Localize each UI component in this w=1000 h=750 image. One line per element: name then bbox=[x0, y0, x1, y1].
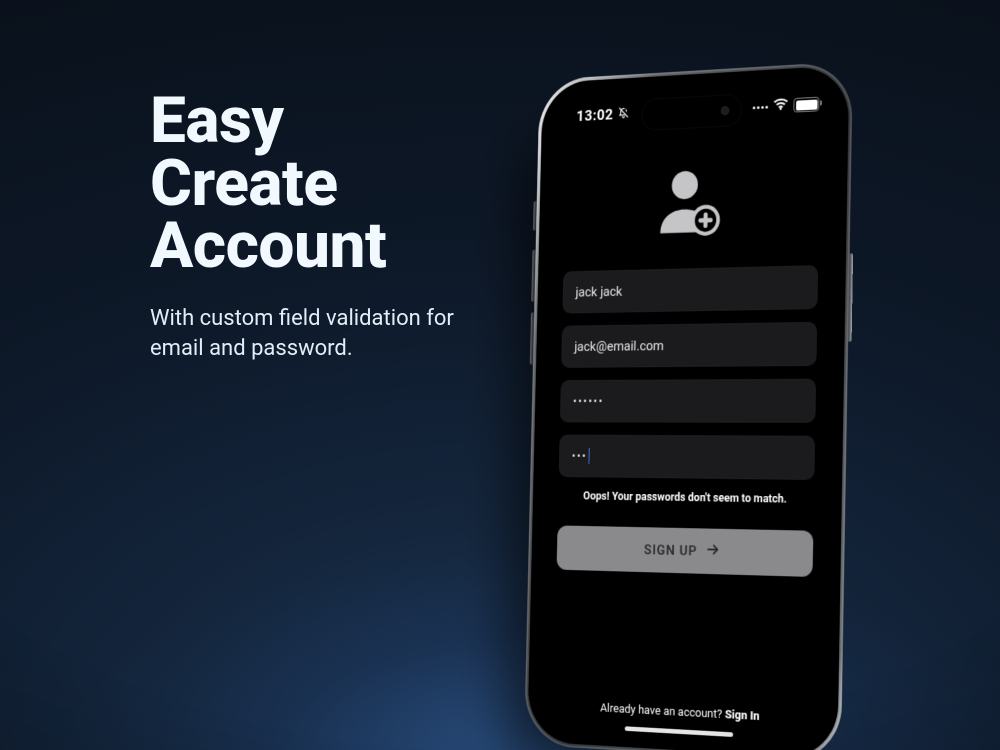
marketing-copy: Easy Create Account With custom field va… bbox=[150, 90, 510, 364]
title-line3: Account bbox=[150, 208, 386, 283]
phone-screen: 13:02 bbox=[535, 75, 840, 750]
confirm-password-field[interactable]: ••• bbox=[559, 435, 815, 480]
person-add-icon bbox=[564, 158, 820, 249]
marketing-title: Easy Create Account bbox=[150, 90, 510, 278]
signup-screen: jack jack jack@email.com •••••• ••• Oops… bbox=[535, 75, 840, 750]
phone-frame: 13:02 bbox=[524, 61, 853, 750]
text-caret bbox=[589, 448, 590, 464]
signin-footer: Already have an account? Sign In bbox=[536, 698, 830, 727]
confirm-value: ••• bbox=[572, 449, 588, 462]
signin-prompt: Already have an account? bbox=[600, 702, 725, 722]
validation-error: Oops! Your passwords don't seem to match… bbox=[558, 489, 814, 507]
phone-mockup: 13:02 bbox=[524, 61, 853, 750]
email-value: jack@email.com bbox=[574, 338, 664, 355]
promo-stage: Easy Create Account With custom field va… bbox=[0, 0, 1000, 750]
signup-button-label: SIGN UP bbox=[644, 542, 698, 560]
arrow-right-icon bbox=[705, 541, 721, 561]
name-field[interactable]: jack jack bbox=[562, 265, 818, 313]
name-value: jack jack bbox=[575, 283, 622, 300]
signup-button[interactable]: SIGN UP bbox=[557, 525, 814, 577]
home-indicator[interactable] bbox=[625, 726, 733, 737]
password-field[interactable]: •••••• bbox=[560, 379, 816, 423]
email-field[interactable]: jack@email.com bbox=[561, 322, 817, 368]
marketing-subtitle: With custom field validation for email a… bbox=[150, 304, 510, 363]
signin-link[interactable]: Sign In bbox=[725, 708, 760, 724]
password-value: •••••• bbox=[573, 395, 604, 408]
